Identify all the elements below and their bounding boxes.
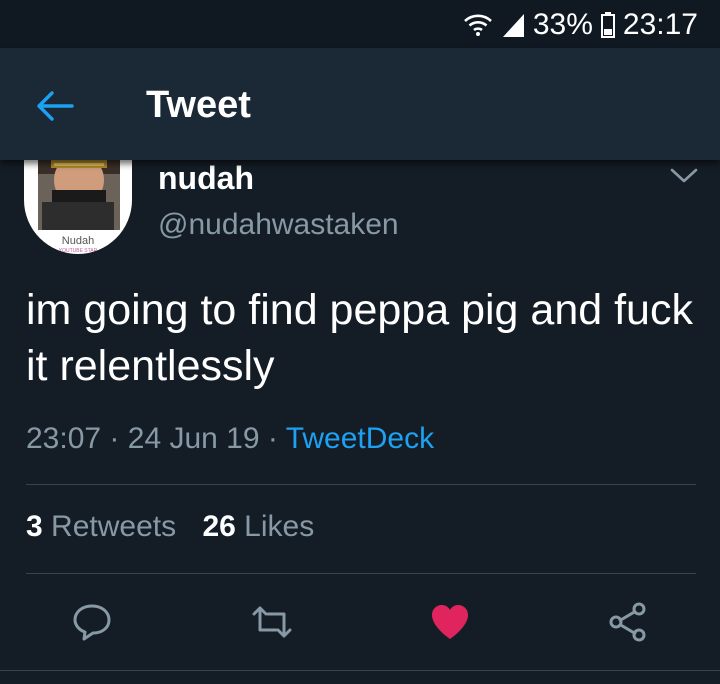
back-button[interactable]: [32, 86, 76, 126]
meta-separator: ·: [109, 422, 120, 455]
tweet-date: 24 Jun 19: [127, 422, 260, 455]
likes-count: 26: [202, 510, 236, 543]
tweet-client-link[interactable]: TweetDeck: [286, 422, 434, 455]
avatar-subcaption: YOUTUBE STAR: [59, 248, 98, 254]
author-display-name[interactable]: nudah: [158, 160, 254, 197]
wifi-icon: [463, 14, 492, 36]
divider: [26, 484, 696, 485]
like-heart-icon: [432, 605, 468, 639]
status-icons: 33% 23:17: [463, 6, 698, 44]
arrow-left-icon: [37, 91, 74, 121]
battery-icon: [600, 12, 615, 38]
clock: 23:17: [622, 8, 698, 41]
reply-button[interactable]: [70, 600, 114, 644]
signal-icon: [502, 14, 524, 37]
chevron-down-icon: [670, 168, 698, 183]
avatar[interactable]: Nudah YOUTUBE STAR: [24, 160, 132, 254]
share-icon: [609, 602, 646, 642]
reply-icon: [73, 604, 111, 641]
retweets-label: Retweets: [51, 510, 177, 543]
tweet-text: im going to find peppa pig and fuck it r…: [26, 286, 693, 390]
app-bar: Tweet: [0, 48, 720, 160]
tweet-time: 23:07: [26, 422, 102, 455]
meta-separator: ·: [267, 422, 278, 455]
divider: [26, 573, 696, 574]
retweet-button[interactable]: [250, 600, 294, 644]
retweets-count: 3: [26, 510, 43, 543]
tweet-meta: 23:07 · 24 Jun 19 · TweetDeck: [26, 422, 434, 456]
like-button[interactable]: [428, 600, 472, 644]
divider: [0, 670, 720, 671]
avatar-caption: Nudah: [62, 235, 94, 247]
status-bar: 33% 23:17: [0, 0, 720, 48]
share-button[interactable]: [606, 600, 650, 644]
likes-stat[interactable]: 26 Likes: [202, 510, 314, 543]
likes-label: Likes: [244, 510, 315, 543]
tweet-stats: 3 Retweets 26 Likes: [26, 510, 314, 544]
retweets-stat[interactable]: 3 Retweets: [26, 510, 176, 543]
retweet-icon: [252, 606, 292, 638]
author-handle[interactable]: @nudahwastaken: [158, 208, 399, 242]
page-title: Tweet: [146, 84, 251, 126]
tweet-menu-button[interactable]: [668, 166, 700, 186]
battery-percent: 33%: [532, 8, 593, 41]
avatar-image: Nudah YOUTUBE STAR: [24, 160, 132, 254]
